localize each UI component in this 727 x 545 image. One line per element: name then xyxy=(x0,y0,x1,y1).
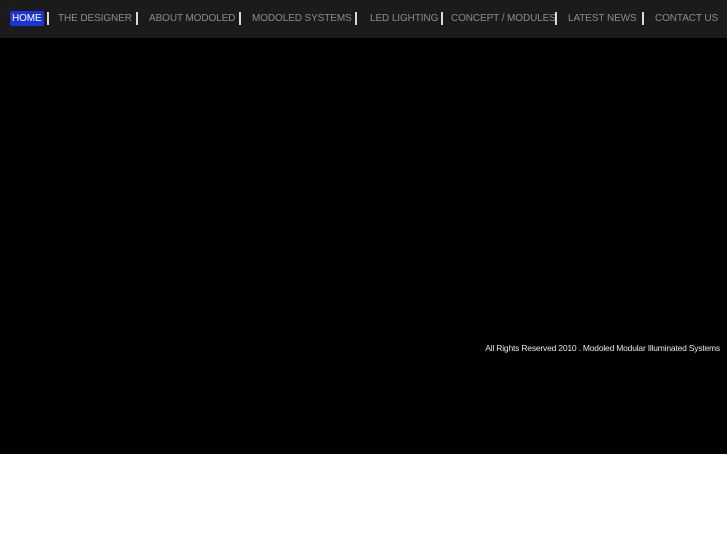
main-stage: HOME THE DESIGNER ABOUT MODOLED MODOLED … xyxy=(0,0,727,454)
top-navigation-bar: HOME THE DESIGNER ABOUT MODOLED MODOLED … xyxy=(0,0,727,38)
nav-item-contact-us[interactable]: CONTACT US xyxy=(655,11,718,26)
nav-item-latest-news[interactable]: LATEST NEWS xyxy=(568,11,637,26)
nav-separator xyxy=(136,12,138,25)
nav-separator xyxy=(555,12,557,25)
nav-item-led-lighting[interactable]: LED LIGHTING xyxy=(370,11,438,26)
nav-item-concept-modules[interactable]: CONCEPT / MODULES xyxy=(451,11,556,26)
copyright-text: All Rights Reserved 2010 . Modoled Modul… xyxy=(485,343,720,353)
nav-separator xyxy=(355,12,357,25)
nav-separator xyxy=(441,12,443,25)
nav-item-the-designer[interactable]: THE DESIGNER xyxy=(58,11,132,26)
nav-item-about-modoled[interactable]: ABOUT MODOLED xyxy=(149,11,235,26)
nav-item-modoled-systems[interactable]: MODOLED SYSTEMS xyxy=(252,11,352,26)
nav-separator xyxy=(239,12,241,25)
nav-separator xyxy=(642,12,644,25)
page: HOME THE DESIGNER ABOUT MODOLED MODOLED … xyxy=(0,0,727,545)
nav-item-home[interactable]: HOME xyxy=(10,11,44,26)
nav-separator xyxy=(47,12,49,25)
